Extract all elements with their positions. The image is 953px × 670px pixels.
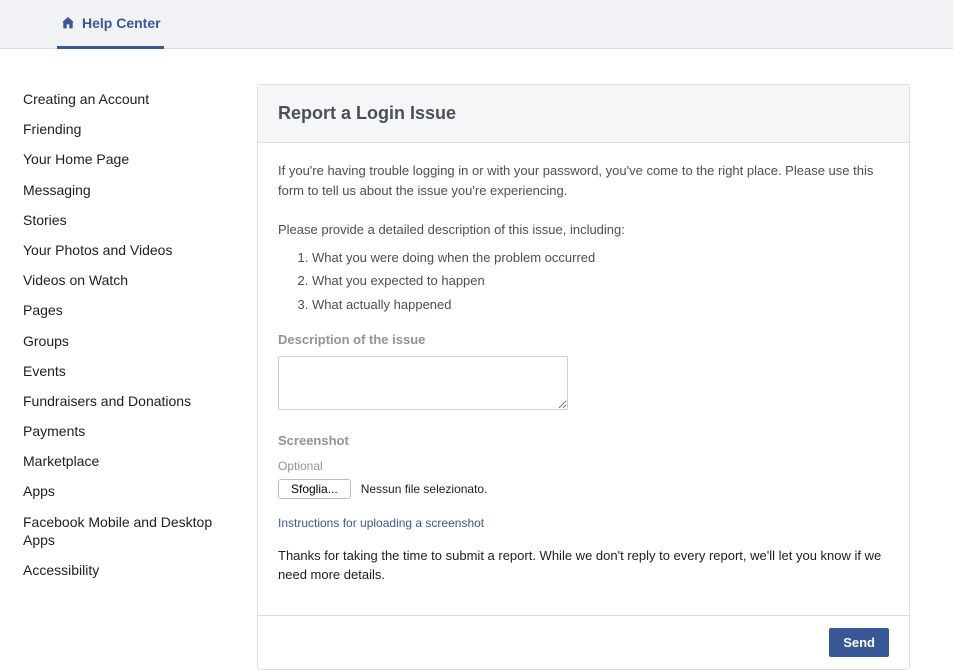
step-3: What actually happened: [312, 293, 889, 317]
sidebar-item-facebook-mobile-and-desktop-apps[interactable]: Facebook Mobile and Desktop Apps: [23, 507, 247, 555]
send-button[interactable]: Send: [829, 628, 889, 657]
sidebar-item-pages[interactable]: Pages: [23, 295, 247, 325]
sidebar-item-your-home-page[interactable]: Your Home Page: [23, 144, 247, 174]
file-row: Sfoglia... Nessun file selezionato.: [278, 479, 889, 499]
sidebar-item-apps[interactable]: Apps: [23, 476, 247, 506]
sidebar-item-payments[interactable]: Payments: [23, 416, 247, 446]
sidebar-item-fundraisers-and-donations[interactable]: Fundraisers and Donations: [23, 386, 247, 416]
sidebar-item-videos-on-watch[interactable]: Videos on Watch: [23, 265, 247, 295]
sidebar-item-creating-an-account[interactable]: Creating an Account: [23, 84, 247, 114]
screenshot-label: Screenshot: [278, 431, 889, 451]
sidebar-item-your-photos-and-videos[interactable]: Your Photos and Videos: [23, 235, 247, 265]
tab-help-center[interactable]: Help Center: [57, 0, 164, 49]
sidebar-item-accessibility[interactable]: Accessibility: [23, 555, 247, 585]
file-status: Nessun file selezionato.: [361, 480, 488, 498]
description-textarea[interactable]: [278, 356, 568, 410]
sidebar-item-stories[interactable]: Stories: [23, 205, 247, 235]
main: Report a Login Issue If you're having tr…: [257, 84, 953, 670]
tab-label: Help Center: [82, 15, 161, 31]
sidebar-item-groups[interactable]: Groups: [23, 326, 247, 356]
topbar: Help Center: [0, 0, 953, 49]
step-2: What you expected to happen: [312, 269, 889, 293]
sidebar-item-friending[interactable]: Friending: [23, 114, 247, 144]
sidebar: Creating an Account Friending Your Home …: [0, 84, 257, 670]
step-1: What you were doing when the problem occ…: [312, 246, 889, 270]
report-card: Report a Login Issue If you're having tr…: [257, 84, 910, 670]
sidebar-item-messaging[interactable]: Messaging: [23, 175, 247, 205]
footer-bar: Send: [258, 615, 909, 669]
sidebar-item-events[interactable]: Events: [23, 356, 247, 386]
card-header: Report a Login Issue: [258, 85, 909, 143]
home-icon: [60, 15, 76, 31]
optional-label: Optional: [278, 457, 889, 475]
thanks-text: Thanks for taking the time to submit a r…: [278, 546, 889, 585]
intro-text: If you're having trouble logging in or w…: [278, 161, 889, 200]
card-title: Report a Login Issue: [278, 103, 889, 124]
upload-instructions-link[interactable]: Instructions for uploading a screenshot: [278, 514, 484, 532]
card-body: If you're having trouble logging in or w…: [258, 143, 909, 605]
steps-list: What you were doing when the problem occ…: [312, 246, 889, 317]
prompt-text: Please provide a detailed description of…: [278, 220, 889, 240]
content-area: Creating an Account Friending Your Home …: [0, 49, 953, 670]
browse-button[interactable]: Sfoglia...: [278, 479, 351, 499]
description-label: Description of the issue: [278, 330, 889, 350]
sidebar-item-marketplace[interactable]: Marketplace: [23, 446, 247, 476]
